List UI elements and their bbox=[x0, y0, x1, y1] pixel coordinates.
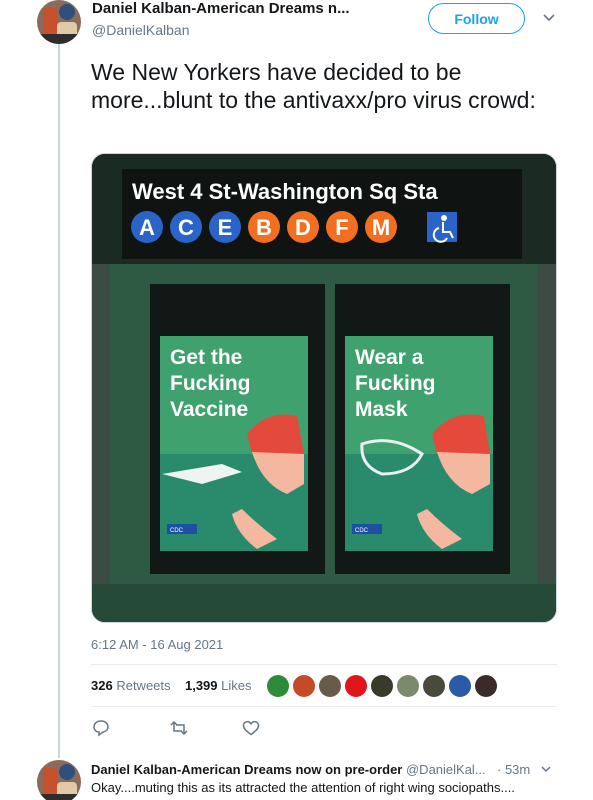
liker-avatar[interactable] bbox=[423, 675, 445, 697]
tweet-photo[interactable]: West 4 St-Washington Sq Sta ACEBDFM Get … bbox=[91, 153, 557, 623]
liker-avatar[interactable] bbox=[397, 675, 419, 697]
reply-icon[interactable] bbox=[91, 718, 111, 738]
liker-avatar[interactable] bbox=[475, 675, 497, 697]
poster-left-line-3: Vaccine bbox=[170, 398, 248, 421]
author-name[interactable]: Daniel Kalban-American Dreams n... bbox=[92, 0, 350, 17]
thread-line bbox=[58, 44, 60, 758]
line-letter-b: B bbox=[256, 215, 272, 240]
tweet-header: Daniel Kalban-American Dreams n... @Dani… bbox=[37, 0, 593, 44]
poster-left-badge: CDC bbox=[170, 528, 184, 534]
poster-right-line-3: Mask bbox=[355, 398, 408, 421]
liker-avatar[interactable] bbox=[267, 675, 289, 697]
line-letter-f: F bbox=[335, 215, 348, 240]
retweets-label: Retweets bbox=[116, 678, 171, 693]
retweet-icon[interactable] bbox=[169, 718, 189, 738]
reply-author-handle[interactable]: @DanielKal... bbox=[406, 762, 486, 777]
reply-time[interactable]: · 53m bbox=[497, 762, 530, 777]
reply-author-name[interactable]: Daniel Kalban-American Dreams now on pre… bbox=[91, 762, 402, 777]
line-letter-m: M bbox=[372, 215, 390, 240]
line-letter-c: C bbox=[178, 215, 194, 240]
reply-chevron-down-icon[interactable] bbox=[540, 763, 552, 778]
retweets-link[interactable]: 326 Retweets bbox=[91, 678, 171, 693]
retweets-count: 326 bbox=[91, 678, 113, 693]
liker-avatar[interactable] bbox=[371, 675, 393, 697]
poster-left-line-2: Fucking bbox=[170, 372, 251, 395]
tweet-text: We New Yorkers have decided to be more..… bbox=[91, 59, 536, 113]
line-letter-a: A bbox=[139, 215, 155, 240]
tweet-stats: 326 Retweets 1,399 Likes bbox=[91, 678, 252, 693]
divider bbox=[91, 706, 557, 707]
poster-left-line-1: Get the bbox=[170, 346, 242, 369]
liker-avatar[interactable] bbox=[293, 675, 315, 697]
reply-text: Okay....muting this as its attracted the… bbox=[91, 780, 515, 795]
tweet-timestamp[interactable]: 6:12 AM - 16 Aug 2021 bbox=[91, 637, 223, 652]
likes-label: Likes bbox=[221, 678, 252, 693]
chevron-down-icon[interactable] bbox=[542, 10, 556, 27]
reply-avatar[interactable] bbox=[37, 760, 81, 800]
divider bbox=[91, 664, 557, 665]
reply-header: Daniel Kalban-American Dreams now on pre… bbox=[91, 762, 561, 777]
likes-count: 1,399 bbox=[184, 678, 218, 693]
liker-avatar[interactable] bbox=[319, 675, 341, 697]
follow-button[interactable]: Follow bbox=[428, 3, 525, 34]
heart-icon[interactable] bbox=[241, 718, 261, 738]
line-letter-e: E bbox=[218, 215, 233, 240]
poster-right-badge: CDC bbox=[355, 528, 369, 534]
liker-avatar[interactable] bbox=[345, 675, 367, 697]
poster-right-line-2: Fucking bbox=[355, 372, 436, 395]
liker-avatars bbox=[267, 675, 497, 697]
station-sign-text: West 4 St-Washington Sq Sta bbox=[132, 179, 438, 204]
line-letter-d: D bbox=[295, 215, 311, 240]
liker-avatar[interactable] bbox=[449, 675, 471, 697]
author-handle[interactable]: @DanielKalban bbox=[92, 22, 190, 38]
likes-link[interactable]: 1,399 Likes bbox=[185, 678, 252, 693]
poster-right-line-1: Wear a bbox=[355, 346, 424, 369]
